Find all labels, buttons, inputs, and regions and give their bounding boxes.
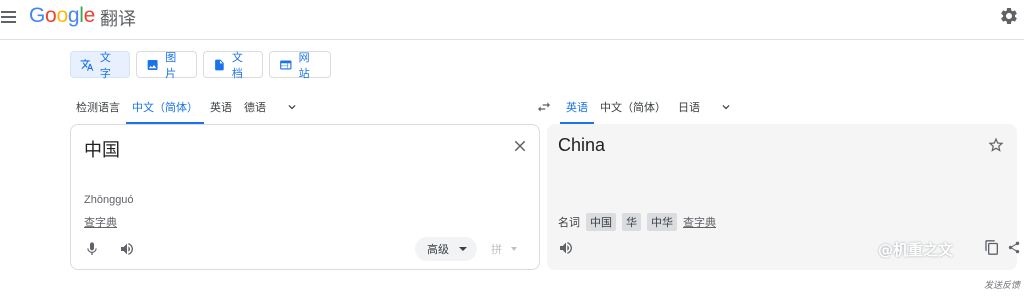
source-text-input[interactable]: 中国: [84, 136, 120, 162]
share-icon[interactable]: [1007, 239, 1021, 256]
tab-image-label: 图片: [165, 51, 177, 80]
chevron-down-icon[interactable]: [278, 92, 306, 122]
close-icon[interactable]: [511, 137, 529, 155]
caret-down-icon: [511, 247, 517, 251]
target-lang-english[interactable]: 英语: [560, 92, 594, 124]
source-romanization: Zhōngguó: [84, 194, 134, 206]
google-logo[interactable]: Google: [29, 4, 95, 28]
source-dictionary-link[interactable]: 查字典: [84, 214, 117, 230]
input-method-button[interactable]: 拼: [491, 237, 527, 261]
definition-row: 名词 中国 华 中华 查字典: [558, 213, 716, 231]
speaker-icon[interactable]: [119, 241, 135, 257]
source-lang-german[interactable]: 德语: [238, 92, 272, 122]
tab-document-label: 文档: [231, 51, 243, 80]
swap-languages-icon[interactable]: [533, 97, 555, 117]
target-lang-japanese[interactable]: 日语: [672, 92, 706, 122]
tab-text-label: 文字: [99, 51, 111, 80]
target-dictionary-link[interactable]: 查字典: [683, 214, 716, 230]
advanced-dropdown-button[interactable]: 高级: [415, 237, 477, 261]
app-header: Google 翻译: [0, 0, 1024, 40]
translate-icon: [80, 58, 94, 71]
target-language-bar: 英语 中文（简体） 日语: [560, 92, 740, 124]
tab-document[interactable]: 文档: [203, 51, 263, 80]
source-lang-chinese-simplified[interactable]: 中文（简体）: [126, 92, 204, 124]
microphone-icon[interactable]: [84, 240, 100, 258]
input-method-label: 拼: [491, 243, 502, 256]
star-icon[interactable]: [987, 136, 1005, 154]
source-text-panel[interactable]: 中国 Zhōngguó 查字典 高级 拼: [70, 124, 540, 270]
website-icon: [280, 59, 292, 70]
gear-icon[interactable]: [999, 6, 1019, 26]
translation-text: China: [558, 135, 606, 155]
mode-tabs: 文字 图片 文档 网站: [70, 51, 331, 80]
tab-website[interactable]: 网站: [269, 51, 331, 80]
caret-down-icon: [459, 247, 467, 251]
source-lang-detect[interactable]: 检测语言: [70, 92, 126, 122]
tab-website-label: 网站: [298, 51, 310, 80]
source-lang-english[interactable]: 英语: [204, 92, 238, 122]
part-of-speech: 名词: [558, 216, 580, 229]
speaker-icon[interactable]: [558, 240, 574, 256]
hamburger-menu-icon[interactable]: [0, 8, 18, 24]
synonym-chip[interactable]: 中国: [586, 213, 616, 231]
source-language-bar: 检测语言 中文（简体） 英语 德语: [70, 92, 306, 124]
watermark: @机重之文: [878, 241, 954, 259]
synonym-chip[interactable]: 中华: [647, 213, 677, 231]
image-icon: [147, 59, 158, 70]
tab-text[interactable]: 文字: [70, 51, 130, 80]
synonym-chip[interactable]: 华: [622, 213, 641, 231]
target-lang-chinese-simplified[interactable]: 中文（简体）: [594, 92, 672, 122]
document-icon: [215, 59, 224, 70]
send-feedback-link[interactable]: 发送反馈: [984, 278, 1020, 291]
chevron-down-icon[interactable]: [712, 92, 740, 122]
tab-image[interactable]: 图片: [136, 51, 197, 80]
product-name[interactable]: 翻译: [100, 5, 136, 31]
copy-icon[interactable]: [984, 239, 1000, 256]
advanced-label: 高级: [427, 243, 449, 256]
